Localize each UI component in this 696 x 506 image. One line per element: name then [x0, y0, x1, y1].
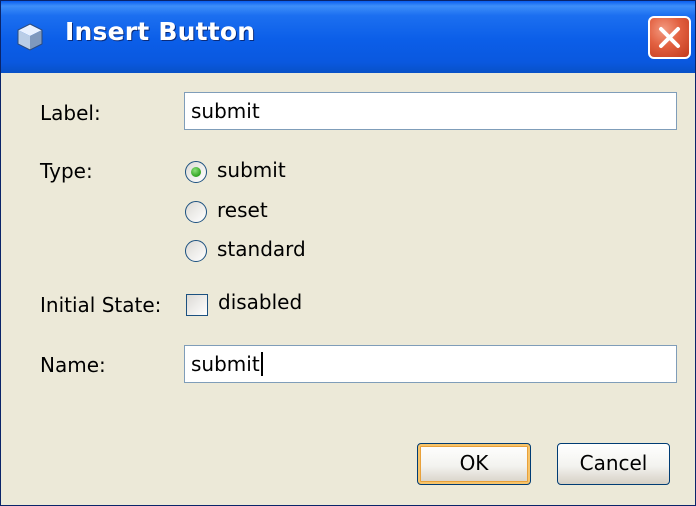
close-button[interactable]: [648, 16, 691, 59]
disabled-checkbox[interactable]: [186, 294, 208, 316]
type-option-standard[interactable]: standard: [185, 237, 315, 267]
label-input[interactable]: submit: [184, 92, 677, 130]
ok-button[interactable]: OK: [417, 443, 531, 485]
name-caption: Name:: [40, 353, 106, 377]
name-value: submit: [191, 352, 260, 376]
cube-icon: [17, 23, 43, 51]
close-icon: [659, 27, 680, 48]
title-bar[interactable]: Insert Button: [1, 1, 695, 73]
radio-button[interactable]: [185, 201, 207, 223]
text-caret: [260, 352, 263, 376]
type-option-reset[interactable]: reset: [185, 198, 295, 228]
radio-selected-dot: [191, 167, 201, 177]
type-caption: Type:: [40, 159, 93, 183]
label-caption: Label:: [40, 101, 101, 125]
type-option-label: submit: [217, 158, 286, 182]
type-option-label: standard: [217, 237, 306, 261]
insert-button-dialog: Insert Button Label: submit Type: submit…: [0, 0, 696, 506]
radio-button[interactable]: [185, 240, 207, 262]
initial-state-caption: Initial State:: [40, 293, 162, 317]
type-option-submit[interactable]: submit: [185, 158, 305, 188]
type-option-label: reset: [217, 198, 268, 222]
window-title: Insert Button: [65, 17, 256, 46]
disabled-checkbox-row[interactable]: disabled: [186, 290, 306, 320]
radio-button[interactable]: [185, 161, 207, 183]
name-input[interactable]: submit: [184, 345, 677, 383]
disabled-label: disabled: [218, 290, 303, 314]
cancel-button[interactable]: Cancel: [557, 443, 670, 485]
